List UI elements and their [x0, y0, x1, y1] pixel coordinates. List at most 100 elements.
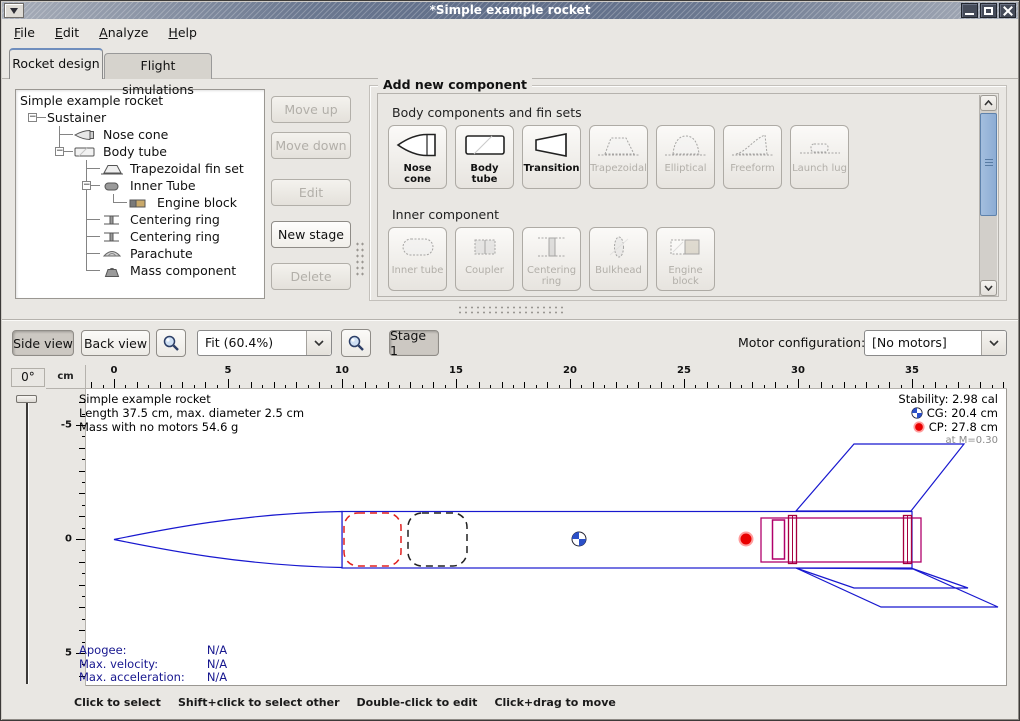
menu-analyze[interactable]: Analyze [99, 25, 148, 40]
rotation-angle-display: 0° [11, 368, 45, 387]
motor-configuration-combobox[interactable]: [No motors] [864, 330, 1007, 356]
trapezoidal-fin-icon [596, 127, 642, 163]
chevron-down-icon [989, 340, 999, 346]
component-button-elliptical[interactable]: Elliptical [656, 125, 715, 189]
nose-cone-icon [395, 127, 441, 163]
transition-icon [529, 127, 575, 163]
zoom-combobox[interactable]: Fit (60.4%) [197, 330, 332, 356]
component-button-coupler[interactable]: Coupler [455, 227, 514, 291]
tab-rocket-design[interactable]: Rocket design [9, 48, 103, 79]
menu-help[interactable]: Help [168, 25, 197, 40]
freeform-fin-icon [730, 127, 776, 163]
coupler-icon [462, 229, 508, 265]
component-button-transition[interactable]: Transition [522, 125, 581, 189]
title-bar: *Simple example rocket [2, 2, 1018, 19]
bulkhead-icon [596, 229, 642, 265]
edit-button[interactable]: Edit [271, 179, 351, 206]
rotation-slider-handle[interactable] [16, 395, 37, 403]
maximize-icon [984, 7, 993, 15]
component-button-body-tube[interactable]: Body tube [455, 125, 514, 189]
tree-item-centering-ring-2[interactable]: Centering ring [19, 228, 264, 245]
zoom-combobox-arrow[interactable] [306, 331, 331, 355]
rocket-info: Simple example rocket Length 37.5 cm, ma… [79, 392, 304, 434]
component-button-inner-tube[interactable]: Inner tube [388, 227, 447, 291]
chevron-up-icon [984, 100, 993, 106]
tree-item-inner-tube[interactable]: − Inner Tube [19, 177, 264, 194]
inner-tube-icon [395, 229, 441, 265]
tab-flight-simulations[interactable]: Flight simulations [104, 53, 212, 79]
magnifier-icon [162, 334, 180, 352]
component-button-launch-lug[interactable]: Launch lug [790, 125, 849, 189]
vertical-splitter-grip[interactable] [355, 241, 365, 277]
window-title: *Simple example rocket [2, 2, 1018, 19]
tree-item-centering-ring-1[interactable]: Centering ring [19, 211, 264, 228]
new-stage-button[interactable]: New stage [271, 221, 351, 248]
close-button[interactable] [999, 3, 1016, 18]
cp-icon [913, 421, 925, 433]
motor-combobox-arrow[interactable] [981, 331, 1006, 355]
motor-configuration-label: Motor configuration: [738, 335, 865, 350]
component-button-freeform[interactable]: Freeform [723, 125, 782, 189]
stage-1-toggle[interactable]: Stage 1 [389, 330, 439, 356]
hint-bar: Click to select Shift+click to select ot… [2, 690, 1018, 715]
inner-tube-icon [100, 179, 126, 193]
minimize-icon [965, 13, 974, 15]
component-button-engine-block[interactable]: Engine block [656, 227, 715, 291]
tree-collapse-toggle[interactable]: − [82, 181, 91, 190]
tree-item-engine-block[interactable]: Engine block [19, 194, 264, 211]
tree-collapse-toggle[interactable]: − [28, 113, 37, 122]
launch-lug-icon [797, 127, 843, 163]
scroll-down-button[interactable] [980, 280, 997, 296]
pane-divider [2, 319, 1018, 321]
zoom-level-value: Fit (60.4%) [198, 331, 306, 355]
zoom-in-button[interactable] [341, 329, 371, 357]
minimize-button[interactable] [961, 3, 978, 18]
flight-info: Apogee:N/A Max. velocity:N/A Max. accele… [79, 644, 227, 685]
component-button-nose-cone[interactable]: Nose cone [388, 125, 447, 189]
component-button-centering-ring[interactable]: Centering ring [522, 227, 581, 291]
cp-marker [740, 533, 753, 546]
mass-component-icon [100, 264, 126, 278]
tree-item-parachute[interactable]: Parachute [19, 245, 264, 262]
tree-item-nose-cone[interactable]: Nose cone [19, 126, 264, 143]
tree-item-mass-component[interactable]: Mass component [19, 262, 264, 279]
cg-icon [911, 407, 923, 419]
horizontal-splitter-grip[interactable] [457, 305, 567, 315]
elliptical-fin-icon [663, 127, 709, 163]
mach-label: at M=0.30 [898, 434, 998, 448]
engine-block-icon [127, 196, 153, 210]
component-button-bulkhead[interactable]: Bulkhead [589, 227, 648, 291]
component-button-trapezoidal[interactable]: Trapezoidal [589, 125, 648, 189]
back-view-button[interactable]: Back view [81, 330, 150, 356]
nose-cone-icon [73, 128, 99, 142]
maximize-button[interactable] [980, 3, 997, 18]
zoom-out-button[interactable] [156, 329, 186, 357]
rocket-view-canvas[interactable]: Simple example rocket Length 37.5 cm, ma… [86, 389, 1007, 686]
tree-item-trapezoidal-fin-set[interactable]: Trapezoidal fin set [19, 160, 264, 177]
body-tube-icon [73, 145, 99, 159]
ruler-unit-label: cm [46, 365, 86, 389]
upper-fin [796, 444, 964, 511]
move-up-button[interactable]: Move up [271, 96, 351, 123]
window-controls [961, 3, 1016, 18]
engine-block-icon [663, 229, 709, 265]
side-view-button[interactable]: Side view [12, 330, 74, 356]
tree-item-sustainer[interactable]: − Sustainer [19, 109, 264, 126]
nose-cone-outline [114, 512, 342, 568]
menu-file[interactable]: File [14, 25, 35, 40]
rotation-slider-track[interactable] [26, 401, 28, 684]
tree-collapse-toggle[interactable]: − [55, 147, 64, 156]
stability-value: Stability: 2.98 cal [898, 392, 998, 406]
move-down-button[interactable]: Move down [271, 132, 351, 159]
add-component-panel: Add new component Body components and fi… [369, 85, 1007, 301]
tree-item-body-tube[interactable]: − Body tube [19, 143, 264, 160]
scroll-up-button[interactable] [980, 95, 997, 111]
body-tube-outline [342, 512, 912, 569]
menu-edit[interactable]: Edit [55, 25, 79, 40]
menu-bar: File Edit Analyze Help [2, 19, 1018, 45]
component-tree: Simple example rocket − Sustainer Nose c… [15, 89, 265, 299]
scrollbar-thumb[interactable] [980, 113, 997, 216]
component-panel-scrollbar[interactable] [979, 95, 997, 296]
delete-button[interactable]: Delete [271, 263, 351, 290]
cg-marker [572, 532, 586, 546]
